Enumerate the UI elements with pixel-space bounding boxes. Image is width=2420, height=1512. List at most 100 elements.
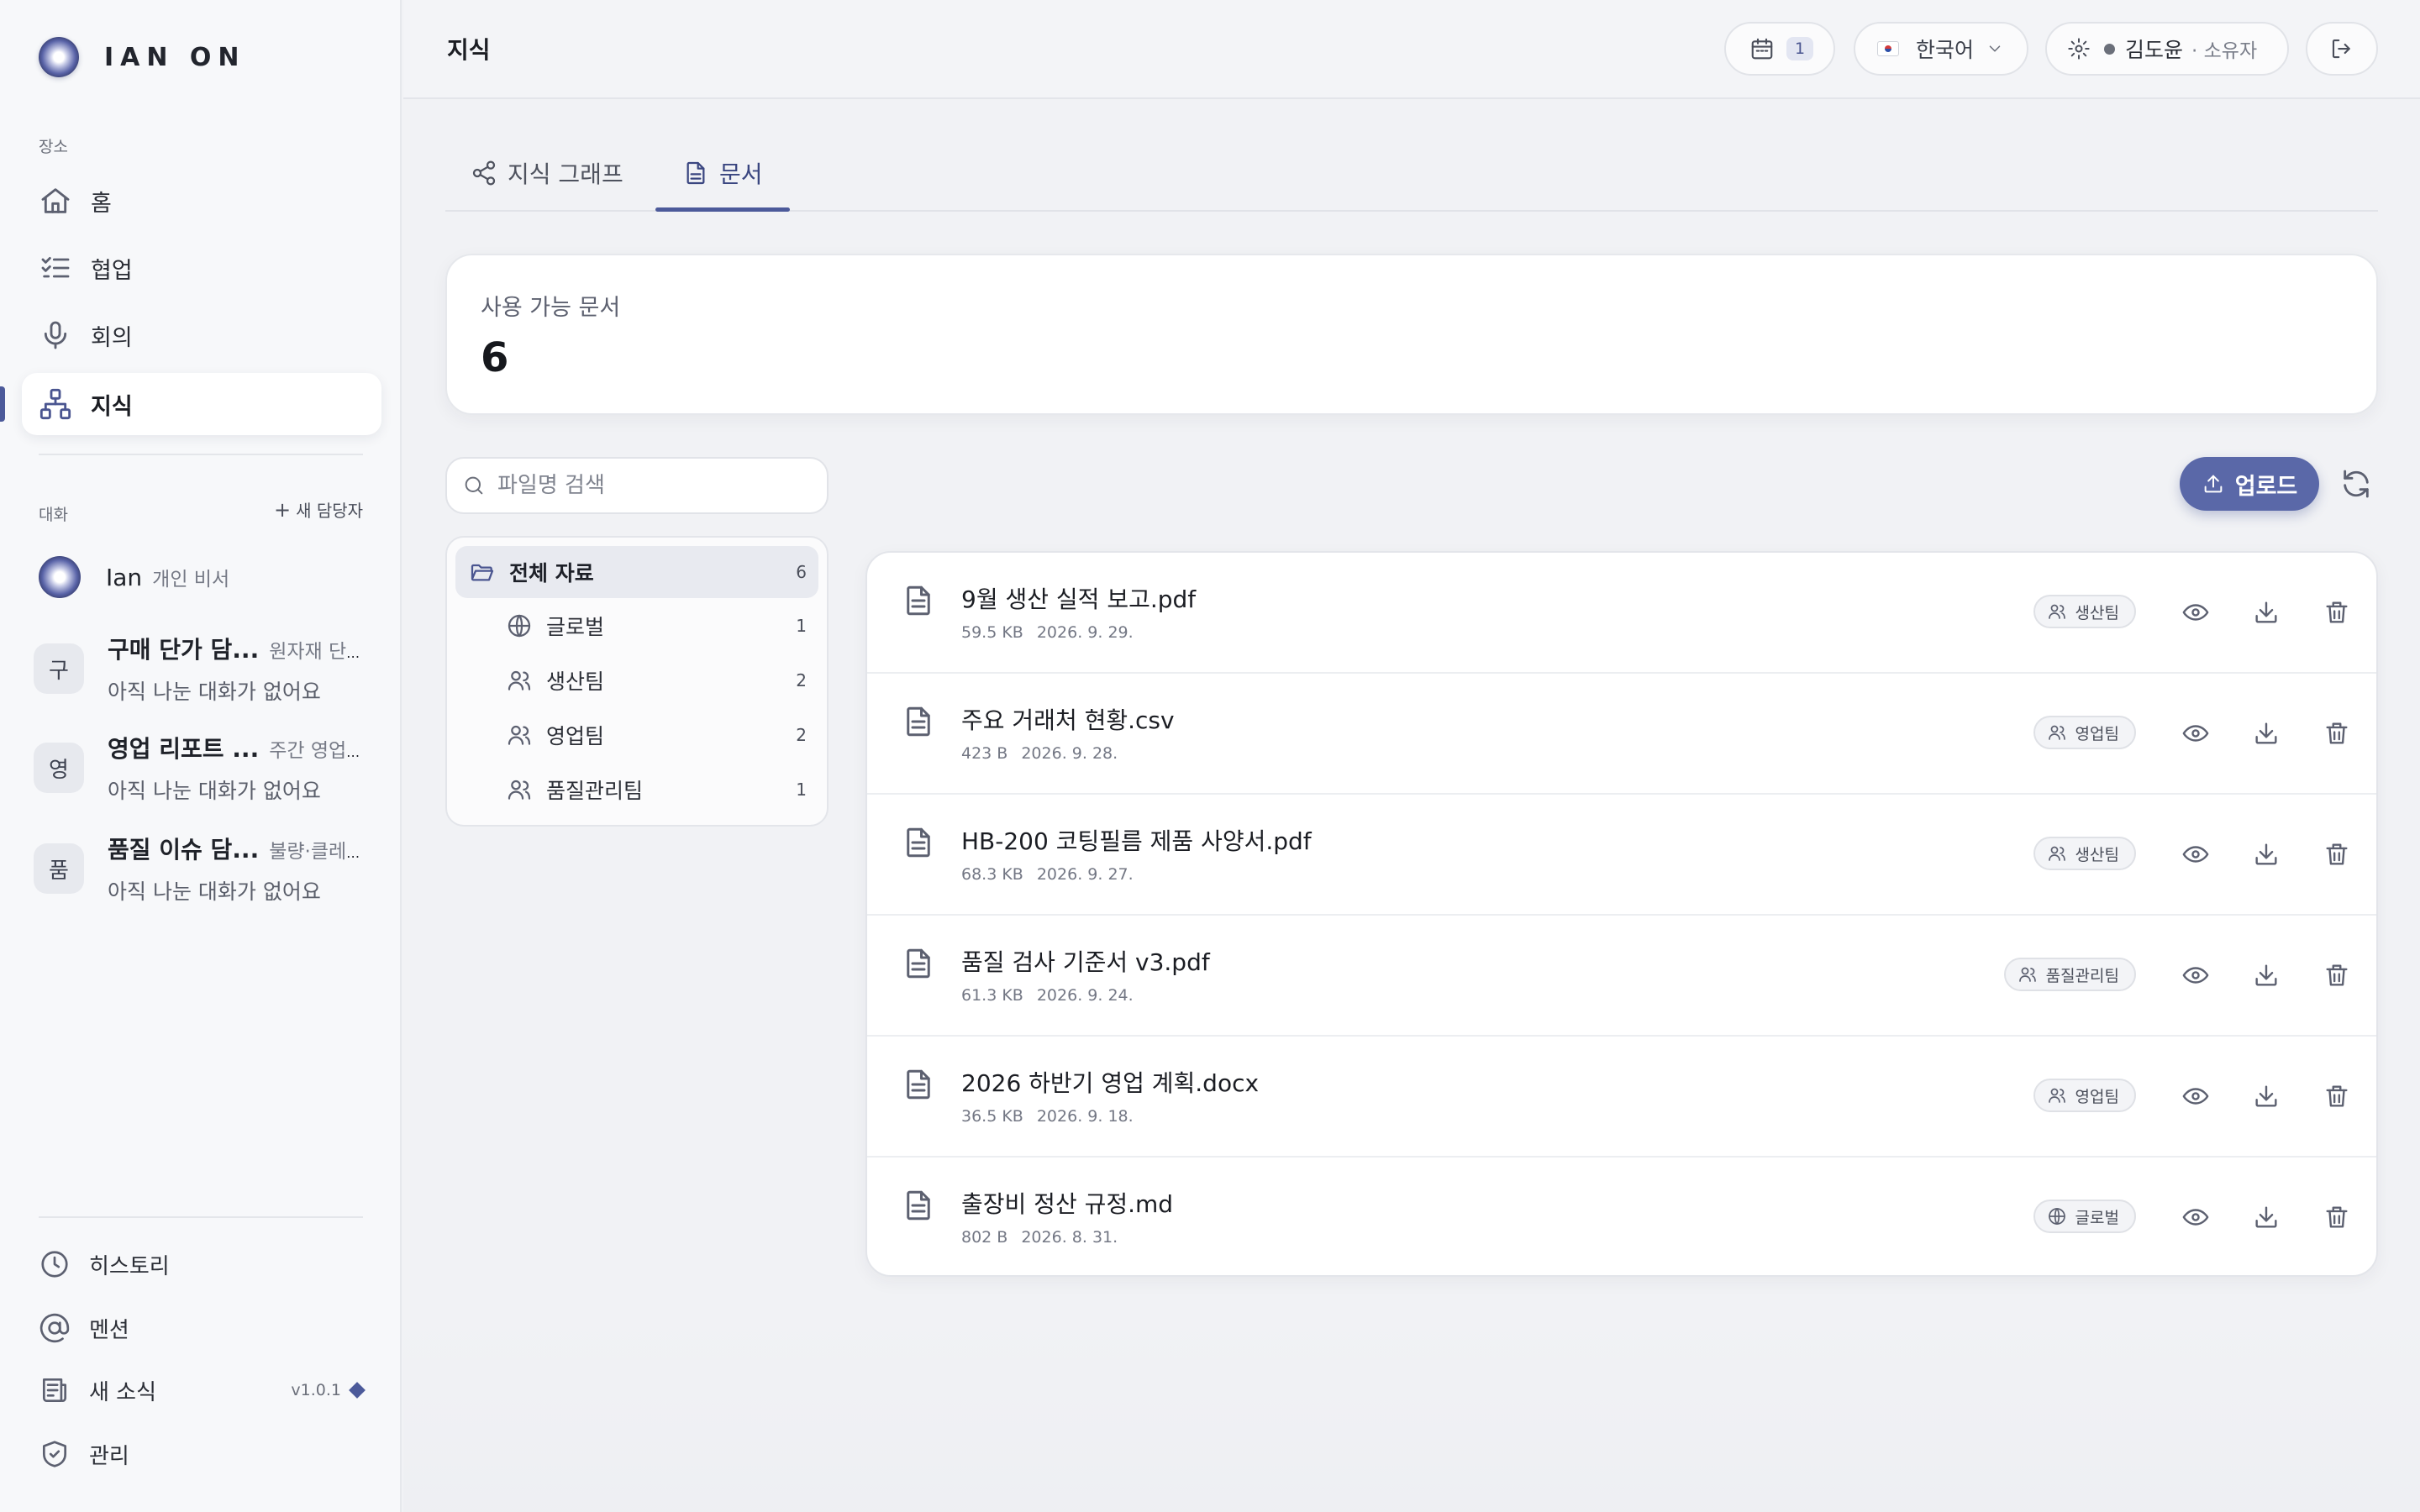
background-fade (403, 1310, 2420, 1512)
trash-icon[interactable] (2323, 961, 2351, 990)
nav-label: 새 소식 (89, 1379, 157, 1405)
logout-button[interactable] (2306, 22, 2378, 76)
tab-documents[interactable]: 문서 (682, 156, 763, 190)
nav-item-meetings[interactable]: 회의 (22, 304, 381, 366)
microphone-icon (44, 321, 67, 349)
folder-label: 생산팀 (546, 669, 605, 694)
download-icon[interactable] (2252, 1082, 2281, 1110)
ian-avatar (39, 556, 81, 598)
document-row[interactable]: 2026 하반기 영업 계획.docx 36.5 KB 2026. 9. 18. … (867, 1037, 2376, 1158)
conversation-item[interactable]: 품 품질 이슈 담... 불량·클레... 아직 나눈 대화가 없어요 (34, 832, 378, 906)
logout-icon (2332, 39, 2350, 59)
document-name[interactable]: 9월 생산 실적 보고.pdf (961, 581, 1196, 615)
folder-quality-team[interactable]: 품질관리팀 1 (455, 764, 818, 816)
document-row[interactable]: 출장비 정산 규정.md 802 B 2026. 8. 31. 글로벌 (867, 1158, 2376, 1275)
conversation-subtext: 아직 나눈 대화가 없어요 (108, 680, 321, 704)
nav-item-knowledge[interactable]: 지식 (22, 373, 381, 435)
download-icon[interactable] (2252, 840, 2281, 869)
document-icon (687, 161, 705, 185)
page-title: 지식 (447, 36, 491, 64)
document-row[interactable]: 주요 거래처 현황.csv 423 B 2026. 9. 28. 영업팀 (867, 674, 2376, 795)
trash-icon[interactable] (2323, 598, 2351, 627)
new-agent-button[interactable]: + 새 담당자 (274, 497, 363, 522)
upload-button[interactable]: 업로드 (2180, 457, 2319, 511)
user-name: 김도윤 (2125, 38, 2184, 62)
document-size: 423 B (961, 744, 1008, 763)
section-label-places: 장소 (39, 138, 68, 156)
folder-count: 2 (796, 725, 807, 745)
document-name[interactable]: 주요 거래처 현황.csv (961, 702, 1175, 736)
trash-icon[interactable] (2323, 840, 2351, 869)
file-icon (907, 706, 930, 737)
document-date: 2026. 9. 27. (1036, 865, 1134, 884)
brand-name: IAN ON (104, 42, 246, 72)
trash-icon[interactable] (2323, 1082, 2351, 1110)
folder-label: 품질관리팀 (546, 779, 644, 803)
document-row[interactable]: HB-200 코팅필름 제품 사양서.pdf 68.3 KB 2026. 9. 2… (867, 795, 2376, 916)
conversation-item-ian[interactable]: Ian 개인 비서 (34, 556, 378, 598)
nav-item-mentions[interactable]: 멘션 (39, 1312, 368, 1344)
conversation-name: Ian (106, 564, 143, 591)
users-icon (508, 670, 531, 690)
download-icon[interactable] (2252, 719, 2281, 748)
folder-count: 1 (796, 780, 807, 800)
trash-icon[interactable] (2323, 1203, 2351, 1231)
document-meta: 36.5 KB 2026. 9. 18. (961, 1107, 1134, 1126)
folder-sales-team[interactable]: 영업팀 2 (455, 709, 818, 761)
search-input[interactable] (497, 473, 817, 498)
document-row[interactable]: 품질 검사 기준서 v3.pdf 61.3 KB 2026. 9. 24. 품질관… (867, 916, 2376, 1037)
refresh-icon[interactable] (2339, 467, 2373, 501)
download-icon[interactable] (2252, 961, 2281, 990)
active-indicator (0, 386, 5, 422)
version-label: v1.0.1 (291, 1381, 341, 1399)
sidebar: IAN ON 장소 홈 협업 회의 지식 대화 + 새 담당자 Ian 개인 비서… (0, 0, 402, 1512)
conversation-name: 품질 이슈 담... (108, 836, 260, 864)
eye-icon[interactable] (2181, 1082, 2210, 1110)
team-badge: 글로벌 (2033, 1200, 2136, 1233)
download-icon[interactable] (2252, 1203, 2281, 1231)
nav-item-news[interactable]: 새 소식 v1.0.1 (39, 1374, 368, 1406)
conversation-hint: 불량·클레... (269, 841, 365, 863)
nav-item-home[interactable]: 홈 (22, 170, 381, 232)
eye-icon[interactable] (2181, 1203, 2210, 1231)
file-search[interactable] (445, 457, 829, 514)
document-size: 36.5 KB (961, 1107, 1023, 1126)
document-date: 2026. 9. 29. (1036, 623, 1134, 642)
conversation-item[interactable]: 영 영업 리포트 ... 주간 영업 ... 아직 나눈 대화가 없어요 (34, 731, 378, 805)
document-date: 2026. 9. 24. (1036, 986, 1134, 1005)
trash-icon[interactable] (2323, 719, 2351, 748)
brand-logo[interactable]: IAN ON (39, 37, 246, 77)
document-name[interactable]: HB-200 코팅필름 제품 사양서.pdf (961, 823, 1312, 857)
document-row[interactable]: 9월 생산 실적 보고.pdf 59.5 KB 2026. 9. 29. 생산팀 (867, 553, 2376, 674)
eye-icon[interactable] (2181, 961, 2210, 990)
document-size: 59.5 KB (961, 623, 1023, 642)
document-name[interactable]: 2026 하반기 영업 계획.docx (961, 1065, 1259, 1099)
language-selector[interactable]: 한국어 (1854, 22, 2028, 76)
nav-label: 히스토리 (89, 1253, 170, 1279)
folder-production-team[interactable]: 생산팀 2 (455, 654, 818, 706)
eye-icon[interactable] (2181, 598, 2210, 627)
document-name[interactable]: 출장비 정산 규정.md (961, 1186, 1173, 1220)
download-icon[interactable] (2252, 598, 2281, 627)
document-meta: 59.5 KB 2026. 9. 29. (961, 623, 1134, 642)
summary-value: 6 (481, 334, 509, 381)
nav-item-admin[interactable]: 관리 (39, 1438, 368, 1470)
eye-icon[interactable] (2181, 840, 2210, 869)
user-menu[interactable]: 김도윤 · 소유자 (2045, 22, 2289, 76)
eye-icon[interactable] (2181, 719, 2210, 748)
document-size: 68.3 KB (961, 865, 1023, 884)
folder-global[interactable]: 글로벌 1 (455, 600, 818, 652)
conversation-hint: 원자재 단... (269, 641, 365, 663)
file-icon (907, 585, 930, 616)
document-name[interactable]: 품질 검사 기준서 v3.pdf (961, 944, 1210, 978)
nav-item-collaboration[interactable]: 협업 (22, 237, 381, 299)
home-icon (41, 188, 70, 213)
folder-all[interactable]: 전체 자료 6 (455, 546, 818, 598)
checklist-icon (41, 256, 70, 278)
folder-label: 영업팀 (546, 724, 605, 748)
conversation-item[interactable]: 구 구매 단가 담... 원자재 단... 아직 나눈 대화가 없어요 (34, 632, 378, 706)
nav-item-history[interactable]: 히스토리 (39, 1248, 368, 1280)
document-list: 9월 생산 실적 보고.pdf 59.5 KB 2026. 9. 29. 생산팀 … (865, 551, 2378, 1277)
calendar-button[interactable]: 1 (1724, 22, 1835, 76)
tab-knowledge-graph[interactable]: 지식 그래프 (471, 156, 623, 190)
